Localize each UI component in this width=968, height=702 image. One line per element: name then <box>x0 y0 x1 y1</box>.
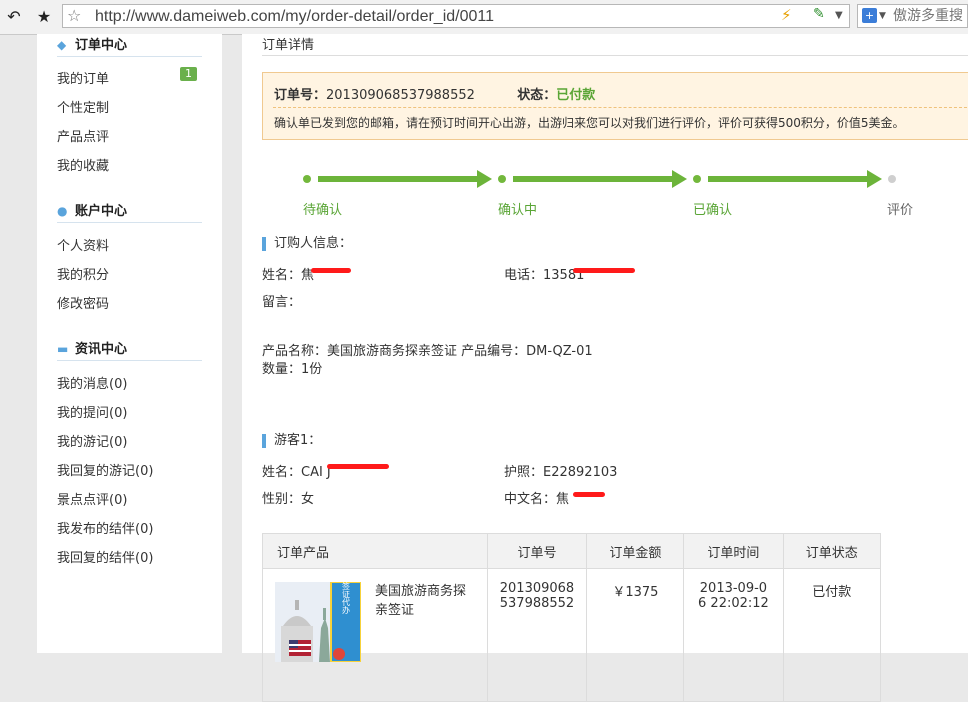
col-header-status: 订单状态 <box>782 533 882 569</box>
sidebar-item-profile[interactable]: 个人资料 <box>57 235 109 254</box>
undo-icon[interactable]: ↶ <box>2 5 26 29</box>
sidebar-section-title-news: ▬ 资讯中心 <box>57 338 202 361</box>
step-dot-3 <box>693 175 701 183</box>
order-no-cell: 201309068 537988552 <box>486 568 588 702</box>
sidebar-section-title-orders: ◆ 订单中心 <box>57 34 202 57</box>
step-label-pending: 待确认 <box>303 203 343 218</box>
sidebar: ◆ 订单中心 我的订单 1 个性定制 产品点评 我的收藏 ● 账户中心 个人资料 我… <box>37 34 222 653</box>
name-redaction-mark <box>311 268 351 273</box>
sidebar-item-replied-travelogues[interactable]: 我回复的游记(0) <box>57 460 153 479</box>
step-arrow-1 <box>477 170 492 188</box>
order-summary-line: 订单号：201309068537988552 状态：已付款 <box>274 84 595 103</box>
sidebar-item-questions[interactable]: 我的提问(0) <box>57 402 127 421</box>
status-label: 状态： <box>517 88 557 103</box>
sidebar-item-my-orders[interactable]: 我的订单 <box>57 68 109 87</box>
search-engine-icon[interactable]: + <box>862 8 877 23</box>
order-no-label: 订单号： <box>274 88 327 103</box>
col-header-amount: 订单金额 <box>586 533 685 569</box>
search-box[interactable]: + ▼ 傲游多重搜 <box>857 4 968 28</box>
address-bar[interactable]: ☆ http://www.dameiweb.com/my/order-detai… <box>62 4 850 28</box>
step-dot-2 <box>498 175 506 183</box>
chevron-down-icon[interactable]: ▼ <box>879 7 886 25</box>
tag-icon: ◆ <box>57 38 67 52</box>
step-dot-1 <box>303 175 311 183</box>
step-connector-2 <box>513 176 673 182</box>
buyer-remark: 留言： <box>262 295 302 310</box>
traveler-heading: 游客1： <box>262 434 321 448</box>
sidebar-item-messages[interactable]: 我的消息(0) <box>57 373 127 392</box>
time-cell: 2013-09-0 6 22:02:12 <box>683 568 784 702</box>
step-label-confirming: 确认中 <box>498 203 538 218</box>
time-line-2: 6 22:02:12 <box>698 596 769 611</box>
col-header-product: 订单产品 <box>262 533 488 569</box>
step-dot-4 <box>888 175 896 183</box>
lightning-icon[interactable]: ⚡ <box>781 6 792 24</box>
sidebar-item-spot-reviews[interactable]: 景点点评(0) <box>57 489 127 508</box>
status-cell: 已付款 <box>782 568 882 702</box>
time-line-1: 2013-09-0 <box>699 581 768 596</box>
chat-bubble-icon: ▬ <box>57 342 69 356</box>
visa-product-picture: 美国签证代办 <box>275 582 361 662</box>
browser-toolbar: ↶ ★ ☆ http://www.dameiweb.com/my/order-d… <box>0 0 968 35</box>
step-connector-3 <box>708 176 868 182</box>
product-info-line: 产品名称：美国旅游商务探亲签证 产品编号：DM-QZ-01 <box>262 344 593 359</box>
step-connector-1 <box>318 176 478 182</box>
search-input[interactable]: 傲游多重搜 <box>893 6 963 26</box>
sniffer-icon[interactable]: ✎ <box>813 6 825 22</box>
url-text[interactable]: http://www.dameiweb.com/my/order-detail/… <box>95 7 494 27</box>
sidebar-section-title-account: ● 账户中心 <box>57 200 202 223</box>
product-name-link[interactable]: 美国旅游商务探亲签证 <box>375 582 473 620</box>
step-label-confirmed: 已确认 <box>693 203 733 218</box>
buyer-info-heading: 订购人信息： <box>262 237 352 251</box>
step-label-review: 评价 <box>887 203 914 218</box>
order-notice-box: 订单号：201309068537988552 状态：已付款 确认单已发到您的邮箱… <box>262 72 968 140</box>
phone-redaction-mark <box>573 268 635 273</box>
bookmark-star-icon[interactable]: ★ <box>32 5 56 29</box>
dropdown-arrow-icon[interactable]: ▼ <box>835 6 843 26</box>
traveler-name-redaction-mark <box>327 464 389 469</box>
sidebar-item-product-reviews[interactable]: 产品点评 <box>57 126 109 145</box>
traveler-gender: 性别：女 <box>262 492 315 507</box>
sidebar-item-replied-companions[interactable]: 我回复的结伴(0) <box>57 547 153 566</box>
sidebar-item-posted-companions[interactable]: 我发布的结伴(0) <box>57 518 153 537</box>
cn-name-redaction-mark <box>573 492 605 497</box>
buyer-name: 姓名：焦 <box>262 268 315 283</box>
product-image[interactable]: 美国签证代办 <box>275 582 361 662</box>
sidebar-item-change-password[interactable]: 修改密码 <box>57 293 109 312</box>
sidebar-item-customization[interactable]: 个性定制 <box>57 97 109 116</box>
favorite-star-icon[interactable]: ☆ <box>67 6 81 26</box>
sidebar-item-favorites[interactable]: 我的收藏 <box>57 155 109 174</box>
page-title: 订单详情 <box>262 38 315 53</box>
user-icon: ● <box>57 204 68 218</box>
order-count-badge: 1 <box>180 67 197 81</box>
table-header-row: 订单产品 订单号 订单金额 订单时间 订单状态 <box>262 533 882 569</box>
step-arrow-3 <box>867 170 882 188</box>
notice-message: 确认单已发到您的邮箱，请在预订时间开心出游，出游归来您可以对我们进行评价，评价可… <box>274 116 905 130</box>
traveler-passport: 护照：E22892103 <box>504 465 618 480</box>
amount-cell: ￥1375 <box>586 568 685 702</box>
order-no-line-1: 201309068 <box>499 581 575 596</box>
quantity-line: 数量：1份 <box>262 362 323 377</box>
notice-divider <box>273 107 968 108</box>
traveler-chinese-name: 中文名：焦 <box>504 492 570 507</box>
order-status-value: 已付款 <box>556 88 596 103</box>
col-header-time: 订单时间 <box>683 533 784 569</box>
sidebar-item-points[interactable]: 我的积分 <box>57 264 109 283</box>
order-no-line-2: 537988552 <box>499 596 575 611</box>
product-image-text: 美国签证代办 <box>342 582 351 615</box>
traveler-name: 姓名：CAI J <box>262 465 331 480</box>
order-detail-panel: 订单详情 订单号：201309068537988552 状态：已付款 确认单已发… <box>242 34 968 702</box>
order-no-value: 201309068537988552 <box>326 88 475 103</box>
col-header-order-no: 订单号 <box>486 533 588 569</box>
buyer-phone: 电话：13581 <box>504 268 585 283</box>
sidebar-item-travelogues[interactable]: 我的游记(0) <box>57 431 127 450</box>
step-arrow-2 <box>672 170 687 188</box>
title-divider <box>262 55 968 56</box>
